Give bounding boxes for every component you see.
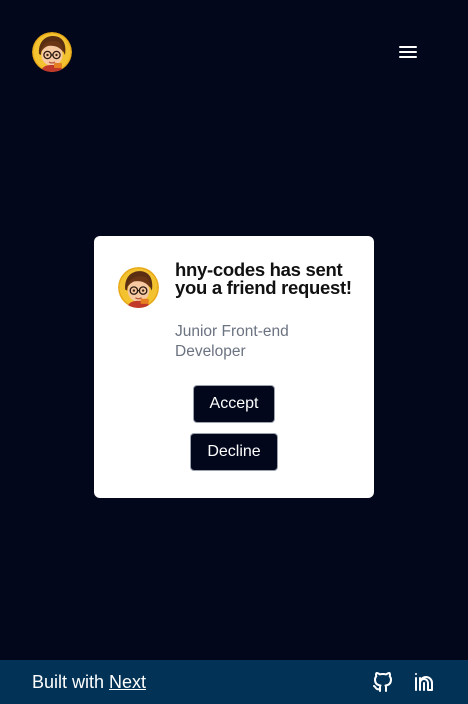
github-icon <box>373 672 392 692</box>
accept-button[interactable]: Accept <box>193 385 275 423</box>
site-footer: Built with Next <box>0 660 468 704</box>
built-with-text: Built with <box>32 672 105 692</box>
avatar-icon <box>118 267 159 308</box>
friend-request-title: hny-codes has sent you a friend request! <box>175 259 352 298</box>
hamburger-menu-button[interactable] <box>396 40 420 64</box>
requester-avatar[interactable] <box>118 267 159 308</box>
page: hny-codes has sent you a friend request!… <box>0 0 468 704</box>
site-header <box>0 0 468 104</box>
avatar-icon <box>32 32 72 72</box>
friend-request-card: hny-codes has sent you a friend request!… <box>94 236 374 498</box>
footer-credit: Built with Next <box>32 671 146 693</box>
github-link[interactable] <box>371 670 395 694</box>
linkedin-icon <box>415 673 433 691</box>
next-link[interactable]: Next <box>109 672 146 692</box>
decline-button[interactable]: Decline <box>190 433 278 471</box>
logo-avatar[interactable] <box>32 32 72 72</box>
linkedin-link[interactable] <box>412 670 436 694</box>
requester-role: Junior Front-end Developer <box>175 323 289 360</box>
hamburger-menu-icon <box>399 46 417 58</box>
